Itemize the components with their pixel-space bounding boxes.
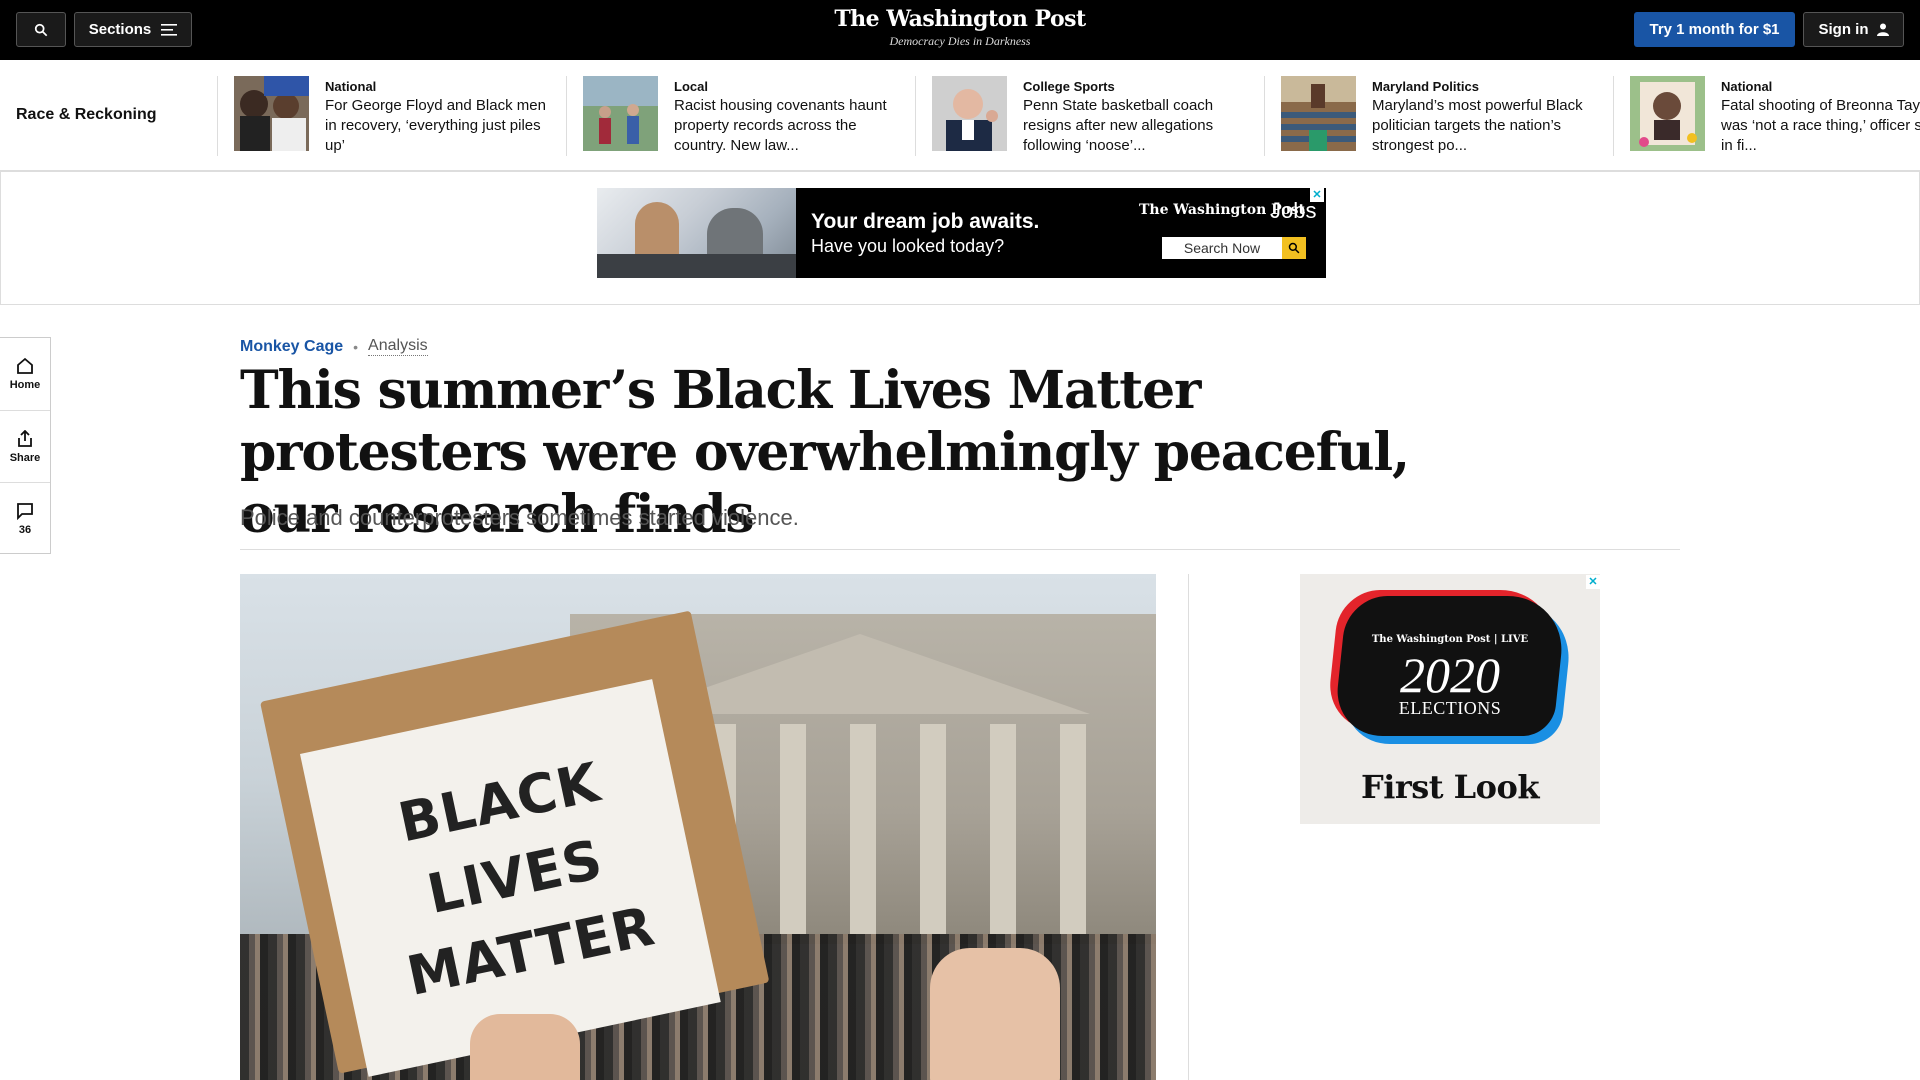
card-kicker[interactable]: Maryland Politics xyxy=(1372,79,1479,94)
logo-name: The Washington Post xyxy=(834,6,1086,32)
ad-year: 2020 xyxy=(1400,647,1500,703)
card-headline[interactable]: For George Floyd and Black men in recove… xyxy=(325,96,555,156)
strip-card[interactable]: National For George Floyd and Black men … xyxy=(217,76,566,156)
card-thumbnail[interactable] xyxy=(583,76,658,151)
kicker-separator: • xyxy=(353,338,359,355)
card-thumbnail[interactable] xyxy=(1630,76,1705,151)
ad-banner-container: Your dream job awaits. Have you looked t… xyxy=(0,171,1920,305)
elections-ad[interactable]: The Washington Post | LIVE 2020 ELECTION… xyxy=(1300,574,1600,824)
card-kicker[interactable]: College Sports xyxy=(1023,79,1115,94)
ad-search-button[interactable] xyxy=(1282,237,1306,259)
analysis-label[interactable]: Analysis xyxy=(368,337,428,356)
card-headline[interactable]: Fatal shooting of Breonna Taylor was ‘no… xyxy=(1721,96,1920,156)
search-button[interactable] xyxy=(16,12,66,47)
ad-line-2: Have you looked today? xyxy=(811,236,1005,256)
right-rail-divider xyxy=(1188,574,1189,1080)
ad-line-1: Your dream job awaits. xyxy=(811,210,1040,233)
home-label: Home xyxy=(9,379,41,391)
ad-close-icon[interactable]: ✕ xyxy=(1310,188,1324,202)
menu-icon xyxy=(161,23,178,36)
ad-search-box[interactable]: Search Now xyxy=(1162,237,1282,259)
search-icon xyxy=(1288,242,1300,254)
ad-first-look: First Look xyxy=(1360,768,1540,806)
card-headline[interactable]: Penn State basketball coach resigns afte… xyxy=(1023,96,1253,156)
home-button[interactable]: Home xyxy=(0,338,50,410)
race-reckoning-strip: Race & Reckoning National For George Flo… xyxy=(0,60,1920,171)
raised-fist xyxy=(930,948,1060,1080)
card-kicker[interactable]: Local xyxy=(674,79,708,94)
ad-photo xyxy=(597,188,796,278)
sections-label: Sections xyxy=(88,21,152,38)
search-icon xyxy=(34,23,48,36)
ad-close-icon[interactable]: ✕ xyxy=(1586,575,1600,589)
strip-title[interactable]: Race & Reckoning xyxy=(16,106,156,124)
jobs-ad-banner[interactable]: Your dream job awaits. Have you looked t… xyxy=(597,188,1326,278)
comment-icon xyxy=(17,502,33,520)
strip-card[interactable]: Local Racist housing covenants haunt pro… xyxy=(566,76,915,156)
card-headline[interactable]: Racist housing covenants haunt property … xyxy=(674,96,904,156)
site-logo[interactable]: The Washington Post Democracy Dies in Da… xyxy=(760,6,1160,49)
share-button[interactable]: Share xyxy=(0,410,50,482)
logo-tagline: Democracy Dies in Darkness xyxy=(889,34,1031,48)
strip-card[interactable]: National Fatal shooting of Breonna Taylo… xyxy=(1613,76,1920,156)
ad-elections: ELECTIONS xyxy=(1398,698,1502,718)
ad-live-brand: The Washington Post | LIVE xyxy=(1371,634,1529,645)
share-icon xyxy=(18,429,32,447)
subscribe-button[interactable]: Try 1 month for $1 xyxy=(1634,12,1795,47)
hero-image[interactable]: BLACK LIVES MATTER xyxy=(240,574,1156,1080)
article-subhead: Police and counterprotesters sometimes s… xyxy=(240,505,799,530)
sign-in-button[interactable]: Sign in xyxy=(1803,12,1904,47)
comments-count: 36 xyxy=(18,523,32,536)
section-link[interactable]: Monkey Cage xyxy=(240,338,343,356)
strip-card[interactable]: College Sports Penn State basketball coa… xyxy=(915,76,1264,156)
card-thumbnail[interactable] xyxy=(932,76,1007,151)
card-headline[interactable]: Maryland’s most powerful Black politicia… xyxy=(1372,96,1602,156)
card-thumbnail[interactable] xyxy=(1281,76,1356,151)
sections-button[interactable]: Sections xyxy=(74,12,192,47)
card-thumbnail[interactable] xyxy=(234,76,309,151)
card-kicker[interactable]: National xyxy=(1721,79,1772,94)
sign-in-label: Sign in xyxy=(1818,21,1869,38)
top-navigation: Sections The Washington Post Democracy D… xyxy=(0,0,1920,60)
home-icon xyxy=(17,357,33,374)
share-label: Share xyxy=(9,451,41,464)
strip-card[interactable]: Maryland Politics Maryland’s most powerf… xyxy=(1264,76,1613,156)
comments-button[interactable]: 36 xyxy=(0,482,50,554)
header-divider xyxy=(240,549,1680,550)
left-action-rail: Home Share 36 xyxy=(0,337,51,554)
user-icon xyxy=(1876,23,1889,36)
article-kicker: Monkey Cage • Analysis xyxy=(240,337,428,356)
card-kicker[interactable]: National xyxy=(325,79,376,94)
